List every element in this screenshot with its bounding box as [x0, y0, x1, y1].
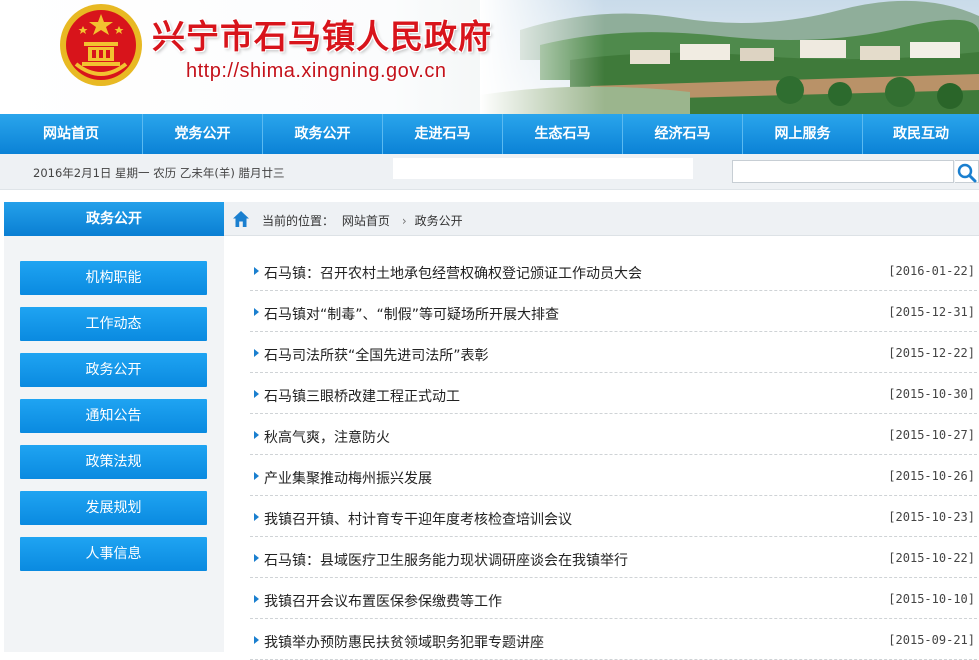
sidebar-heading: 政务公开	[4, 202, 224, 236]
triangle-bullet-icon	[254, 431, 259, 439]
triangle-bullet-icon	[254, 349, 259, 357]
main-nav: 网站首页 党务公开 政务公开 走进石马 生态石马 经济石马 网上服务 政民互动	[0, 114, 979, 154]
nav-economy[interactable]: 经济石马	[623, 114, 743, 154]
triangle-bullet-icon	[254, 636, 259, 644]
triangle-bullet-icon	[254, 267, 259, 275]
article-date: [2015-12-31]	[888, 305, 975, 319]
article-date: [2016-01-22]	[888, 264, 975, 278]
nav-government-affairs[interactable]: 政务公开	[263, 114, 383, 154]
sidebar-item-work-news[interactable]: 工作动态	[20, 307, 207, 341]
article-title-link[interactable]: 我镇召开会议布置医保参保缴费等工作	[264, 591, 502, 611]
breadcrumb-current[interactable]: 政务公开	[415, 214, 463, 228]
article-title-link[interactable]: 石马镇：县域医疗卫生服务能力现状调研座谈会在我镇举行	[264, 550, 628, 570]
article-title-link[interactable]: 秋高气爽，注意防火	[264, 427, 390, 447]
list-item[interactable]: 石马镇对“制毒”、“制假”等可疑场所开展大排查 [2015-12-31]	[250, 291, 977, 332]
landscape-image	[480, 0, 979, 114]
article-date: [2015-10-27]	[888, 428, 975, 442]
chevron-right-icon: ›	[401, 214, 407, 228]
info-bar: 2016年2月1日 星期一 农历 乙未年(羊) 腊月廿三	[0, 154, 979, 190]
list-item[interactable]: 秋高气爽，注意防火 [2015-10-27]	[250, 414, 977, 455]
list-item[interactable]: 产业集聚推动梅州振兴发展 [2015-10-26]	[250, 455, 977, 496]
list-item[interactable]: 我镇召开镇、村计育专干迎年度考核检查培训会议 [2015-10-23]	[250, 496, 977, 537]
article-title-link[interactable]: 产业集聚推动梅州振兴发展	[264, 468, 432, 488]
breadcrumb-trail: 当前的位置： 网站首页 › 政务公开	[262, 212, 467, 229]
article-date: [2015-10-22]	[888, 551, 975, 565]
nav-home[interactable]: 网站首页	[0, 114, 143, 154]
search-button[interactable]	[955, 160, 979, 183]
site-title: 兴宁市石马镇人民政府	[152, 17, 492, 56]
article-title-link[interactable]: 我镇召开镇、村计育专干迎年度考核检查培训会议	[264, 509, 572, 529]
article-date: [2015-10-23]	[888, 510, 975, 524]
sidebar-item-notices[interactable]: 通知公告	[20, 399, 207, 433]
current-date: 2016年2月1日 星期一 农历 乙未年(羊) 腊月廿三	[33, 166, 285, 180]
article-title-link[interactable]: 石马镇对“制毒”、“制假”等可疑场所开展大排查	[264, 304, 559, 324]
sidebar-item-functions[interactable]: 机构职能	[20, 261, 207, 295]
list-item[interactable]: 我镇召开会议布置医保参保缴费等工作 [2015-10-10]	[250, 578, 977, 619]
nav-ecology[interactable]: 生态石马	[503, 114, 623, 154]
notice-ticker	[393, 158, 693, 179]
triangle-bullet-icon	[254, 308, 259, 316]
search-input[interactable]	[732, 160, 954, 183]
breadcrumb: 当前的位置： 网站首页 › 政务公开	[224, 202, 979, 236]
article-date: [2015-10-30]	[888, 387, 975, 401]
nav-online-services[interactable]: 网上服务	[743, 114, 863, 154]
nav-about-shima[interactable]: 走进石马	[383, 114, 503, 154]
list-item[interactable]: 石马镇三眼桥改建工程正式动工 [2015-10-30]	[250, 373, 977, 414]
article-title-link[interactable]: 石马镇：召开农村土地承包经营权确权登记颁证工作动员大会	[264, 263, 642, 283]
sidebar: 机构职能 工作动态 政务公开 通知公告 政策法规 发展规划 人事信息	[4, 236, 224, 652]
nav-party-affairs[interactable]: 党务公开	[143, 114, 263, 154]
article-title-link[interactable]: 石马司法所获“全国先进司法所”表彰	[264, 345, 489, 365]
sidebar-item-personnel[interactable]: 人事信息	[20, 537, 207, 571]
triangle-bullet-icon	[254, 554, 259, 562]
article-date: [2015-10-26]	[888, 469, 975, 483]
triangle-bullet-icon	[254, 390, 259, 398]
article-title-link[interactable]: 石马镇三眼桥改建工程正式动工	[264, 386, 460, 406]
nav-interaction[interactable]: 政民互动	[863, 114, 979, 154]
sidebar-item-policies[interactable]: 政策法规	[20, 445, 207, 479]
site-banner: 兴宁市石马镇人民政府 http://shima.xingning.gov.cn	[0, 0, 979, 114]
sidebar-item-government-affairs[interactable]: 政务公开	[20, 353, 207, 387]
breadcrumb-label: 当前的位置：	[262, 214, 335, 228]
triangle-bullet-icon	[254, 472, 259, 480]
article-date: [2015-10-10]	[888, 592, 975, 606]
article-title-link[interactable]: 我镇举办预防惠民扶贫领域职务犯罪专题讲座	[264, 632, 544, 652]
breadcrumb-home-link[interactable]: 网站首页	[342, 214, 390, 228]
list-item[interactable]: 石马司法所获“全国先进司法所”表彰 [2015-12-22]	[250, 332, 977, 373]
search-icon	[957, 163, 977, 183]
national-emblem-icon	[60, 4, 142, 86]
list-item[interactable]: 我镇举办预防惠民扶贫领域职务犯罪专题讲座 [2015-09-21]	[250, 619, 977, 660]
list-item[interactable]: 石马镇：召开农村土地承包经营权确权登记颁证工作动员大会 [2016-01-22]	[250, 250, 977, 291]
article-date: [2015-12-22]	[888, 346, 975, 360]
list-item[interactable]: 石马镇：县域医疗卫生服务能力现状调研座谈会在我镇举行 [2015-10-22]	[250, 537, 977, 578]
article-list: 石马镇：召开农村土地承包经营权确权登记颁证工作动员大会 [2016-01-22]…	[250, 250, 977, 660]
article-date: [2015-09-21]	[888, 633, 975, 647]
sidebar-item-planning[interactable]: 发展规划	[20, 491, 207, 525]
triangle-bullet-icon	[254, 595, 259, 603]
home-icon	[233, 211, 249, 227]
triangle-bullet-icon	[254, 513, 259, 521]
site-url: http://shima.xingning.gov.cn	[186, 60, 447, 82]
